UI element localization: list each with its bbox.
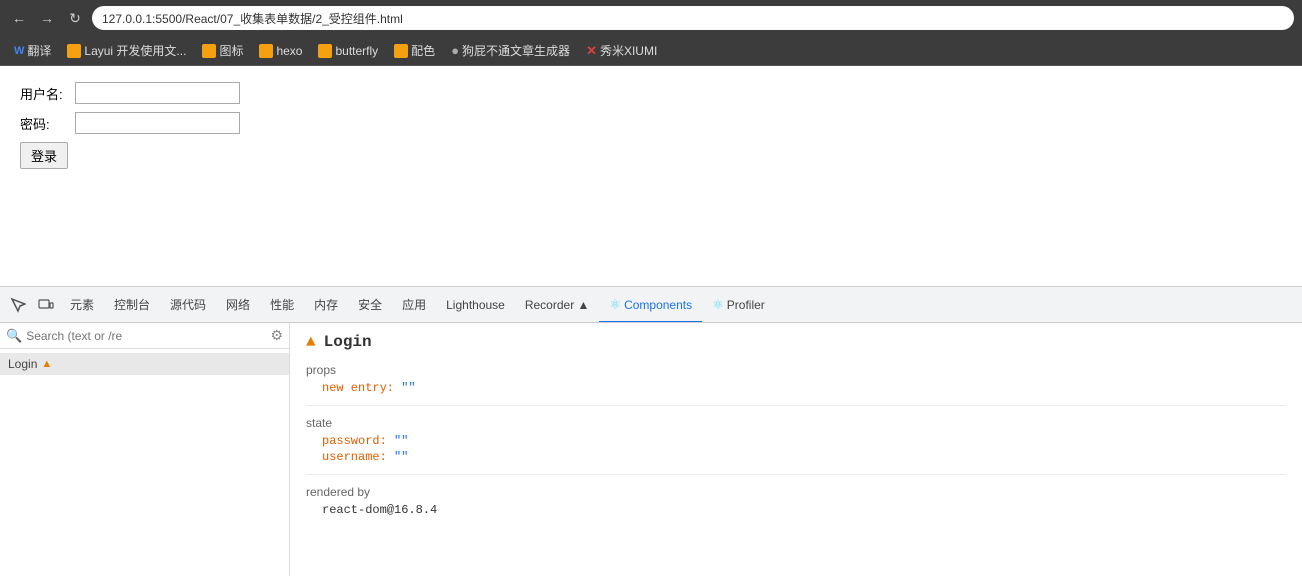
profiler-react-icon: ⚛ (712, 297, 724, 312)
rendered-by-label: rendered by (306, 485, 1286, 499)
search-icon: 🔍 (6, 328, 22, 344)
prop-new-entry: new entry: "" (322, 381, 1286, 395)
settings-icon[interactable]: ⚙ (270, 327, 283, 344)
tab-memory[interactable]: 内存 (304, 287, 348, 323)
reload-button[interactable]: ↻ (64, 7, 86, 29)
components-react-icon: ⚛ (609, 297, 621, 312)
bookmark-icon[interactable]: 图标 (196, 40, 249, 61)
tree-item-label: Login (8, 357, 37, 371)
username-input[interactable] (75, 82, 240, 104)
tab-console[interactable]: 控制台 (104, 287, 160, 323)
bookmark-label: Layui 开发使用文... (84, 42, 186, 59)
login-row: 登录 (20, 142, 1282, 169)
password-input[interactable] (75, 112, 240, 134)
hexo-icon (259, 44, 273, 58)
state-value-username: "" (394, 450, 408, 464)
tree-warning-icon: ▲ (41, 358, 52, 370)
state-key-password: password: (322, 434, 394, 448)
butterfly-icon (318, 44, 332, 58)
browser-chrome: ← → ↻ W 翻译 Layui 开发使用文... 图标 hexo butter… (0, 0, 1302, 66)
username-label: 用户名: (20, 84, 75, 103)
state-value-password: "" (394, 434, 408, 448)
page-content: 用户名: 密码: 登录 (0, 66, 1302, 286)
back-button[interactable]: ← (8, 7, 30, 29)
bookmark-layui[interactable]: Layui 开发使用文... (61, 40, 192, 61)
bookmark-palette[interactable]: 配色 (388, 40, 441, 61)
rendered-by-value: react-dom@16.8.4 (322, 503, 1286, 517)
tab-performance[interactable]: 性能 (260, 287, 304, 323)
address-bar[interactable] (92, 6, 1294, 30)
devtools-body: 🔍 ⚙ Login ▲ ▲ Login props new entry: (0, 323, 1302, 576)
bookmark-hexo[interactable]: hexo (253, 42, 308, 60)
bookmark-xiumi[interactable]: ✕ 秀米XIUMI (580, 40, 663, 61)
icon-icon (202, 44, 216, 58)
bookmark-label: butterfly (335, 44, 378, 58)
state-rendered-divider (306, 474, 1286, 475)
layui-icon (67, 44, 81, 58)
username-row: 用户名: (20, 82, 1282, 104)
xiumi-icon: ✕ (586, 43, 597, 59)
inspect-icon (10, 297, 26, 313)
devtools-left-panel: 🔍 ⚙ Login ▲ (0, 323, 290, 576)
password-label: 密码: (20, 114, 75, 133)
bookmark-butterfly[interactable]: butterfly (312, 42, 384, 60)
bookmark-dogfart[interactable]: ● 狗屁不通文章生成器 (445, 40, 576, 61)
tab-recorder[interactable]: Recorder ▲ (515, 287, 600, 323)
search-input[interactable] (26, 329, 266, 343)
devtools-panel: 元素 控制台 源代码 网络 性能 内存 安全 应用 Lighthouse Rec… (0, 286, 1302, 576)
bookmark-label: 配色 (411, 42, 435, 59)
login-button[interactable]: 登录 (20, 142, 68, 169)
palette-icon (394, 44, 408, 58)
tab-lighthouse[interactable]: Lighthouse (436, 287, 515, 323)
tab-network[interactable]: 网络 (216, 287, 260, 323)
prop-value-new-entry: "" (401, 381, 415, 395)
bookmarks-bar: W 翻译 Layui 开发使用文... 图标 hexo butterfly 配色… (0, 36, 1302, 66)
responsive-icon (38, 297, 54, 313)
component-tree: Login ▲ (0, 349, 289, 576)
tab-security[interactable]: 安全 (348, 287, 392, 323)
tree-item-login[interactable]: Login ▲ (0, 353, 289, 375)
devtools-right-panel: ▲ Login props new entry: "" state passwo… (290, 323, 1302, 576)
bookmark-translate[interactable]: W 翻译 (8, 40, 57, 61)
search-bar: 🔍 ⚙ (0, 323, 289, 349)
tab-profiler[interactable]: ⚛Profiler (702, 287, 775, 323)
props-label: props (306, 363, 1286, 377)
tab-sources[interactable]: 源代码 (160, 287, 216, 323)
bookmark-label: hexo (276, 44, 302, 58)
bookmark-label: 秀米XIUMI (600, 42, 657, 59)
tab-application[interactable]: 应用 (392, 287, 436, 323)
component-warning-icon: ▲ (306, 333, 316, 351)
forward-button[interactable]: → (36, 7, 58, 29)
state-key-username: username: (322, 450, 394, 464)
dogfart-icon: ● (451, 43, 459, 58)
inspect-icon-btn[interactable] (4, 291, 32, 319)
bookmark-label: 翻译 (27, 42, 51, 59)
state-password: password: "" (322, 434, 1286, 448)
password-row: 密码: (20, 112, 1282, 134)
devtools-tabs: 元素 控制台 源代码 网络 性能 内存 安全 应用 Lighthouse Rec… (0, 287, 1302, 323)
bookmark-label: 狗屁不通文章生成器 (462, 42, 570, 59)
browser-toolbar: ← → ↻ (0, 0, 1302, 36)
tab-components[interactable]: ⚛Components (599, 287, 702, 323)
bookmark-label: 图标 (219, 42, 243, 59)
translate-icon: W (14, 45, 24, 57)
prop-key-new-entry: new entry: (322, 381, 401, 395)
state-username: username: "" (322, 450, 1286, 464)
responsive-icon-btn[interactable] (32, 291, 60, 319)
props-state-divider (306, 405, 1286, 406)
component-header: ▲ Login (306, 333, 1286, 351)
component-name: Login (324, 333, 372, 351)
state-label: state (306, 416, 1286, 430)
tab-elements[interactable]: 元素 (60, 287, 104, 323)
